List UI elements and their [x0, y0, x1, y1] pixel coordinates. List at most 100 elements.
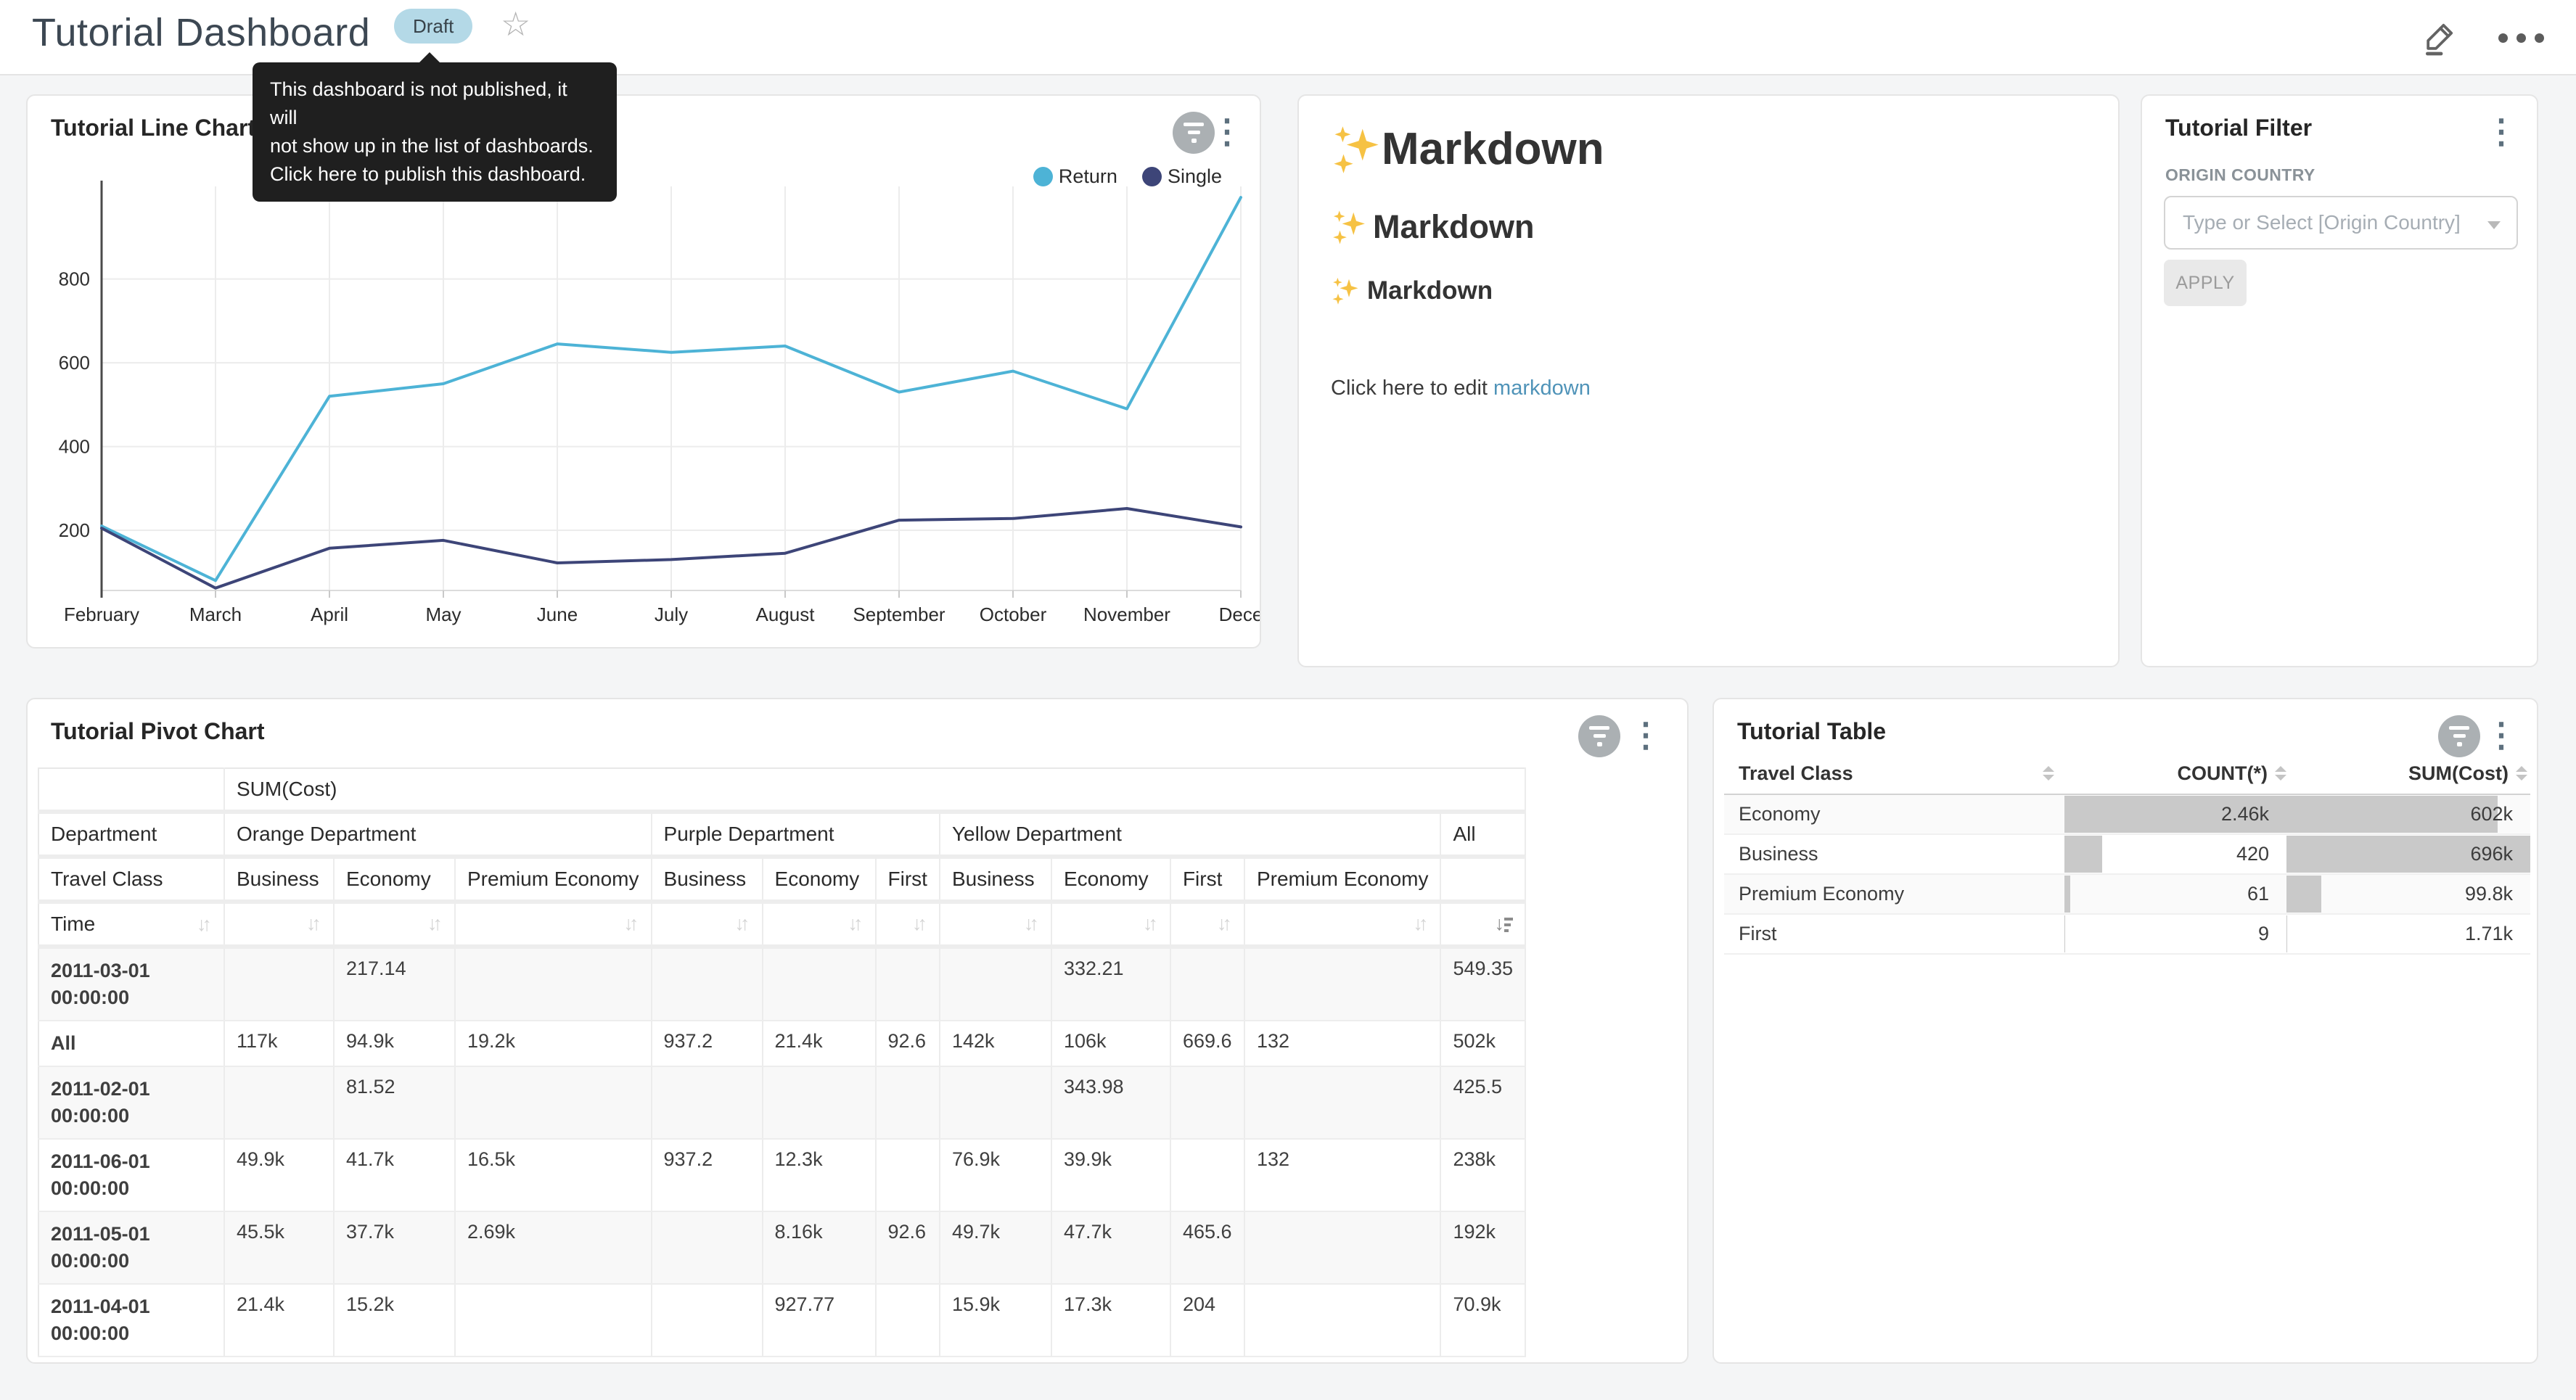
sort-icon[interactable]: ↓↑: [1143, 913, 1158, 935]
pivot-cell: 142k: [940, 1021, 1051, 1066]
sort-icon[interactable]: ↓↑: [197, 913, 212, 936]
markdown-paragraph: Click here to edit markdown: [1331, 376, 2086, 400]
cell-count: 61: [2064, 875, 2286, 913]
draft-badge[interactable]: Draft: [394, 9, 472, 44]
line-chart-plot[interactable]: 200400600800FebruaryMarchAprilMayJuneJul…: [28, 96, 1261, 648]
table-row[interactable]: Premium Economy6199.8k: [1724, 875, 2530, 915]
pivot-cell: [1244, 1284, 1441, 1356]
pivot-cell: 343.98: [1051, 1066, 1170, 1139]
svg-text:November: November: [1083, 604, 1170, 625]
pivot-cell: [1170, 1139, 1244, 1211]
svg-text:200: 200: [59, 519, 90, 541]
table-row[interactable]: Business420696k: [1724, 835, 2530, 875]
sort-icon[interactable]: ↓↑: [1217, 913, 1232, 935]
pivot-sort-cell: ↓↑: [940, 902, 1051, 947]
pivot-class-header: Economy: [763, 857, 876, 902]
sort-icon[interactable]: ↓↑: [306, 913, 321, 935]
pivot-row-label: 2011-05-0100:00:00: [38, 1211, 224, 1284]
sort-icon[interactable]: ↓↑: [1413, 913, 1428, 935]
pivot-cell: [455, 1284, 652, 1356]
pivot-cell: 76.9k: [940, 1139, 1051, 1211]
pivot-cell: [940, 1066, 1051, 1139]
data-table: Travel ClassCOUNT(*)SUM(Cost) Economy2.4…: [1724, 753, 2530, 955]
svg-text:October: October: [980, 604, 1047, 625]
svg-text:March: March: [189, 604, 242, 625]
origin-country-select[interactable]: Type or Select [Origin Country]: [2164, 196, 2518, 250]
sort-caret-icon[interactable]: [2275, 766, 2286, 781]
page-title: Tutorial Dashboard: [32, 10, 370, 55]
sort-desc-icon[interactable]: ↓: [1495, 913, 1514, 935]
pivot-cell: 81.52: [334, 1066, 455, 1139]
kebab-menu-icon[interactable]: ⋮: [2485, 115, 2518, 148]
table-row[interactable]: First91.71k: [1724, 915, 2530, 955]
pivot-chart-card: Tutorial Pivot Chart ⋮ SUM(Cost)Departme…: [26, 698, 1689, 1364]
pivot-row-label: 2011-03-0100:00:00: [38, 947, 224, 1021]
svg-text:600: 600: [59, 352, 90, 374]
sort-caret-icon[interactable]: [2043, 766, 2054, 781]
pivot-sort-cell: ↓↑: [876, 902, 940, 947]
pivot-row-label: All: [38, 1021, 224, 1066]
apply-button[interactable]: APPLY: [2164, 260, 2247, 306]
pivot-cell: [1244, 1211, 1441, 1284]
pivot-cell: [224, 1066, 334, 1139]
pivot-cell: [876, 1284, 940, 1356]
tooltip-line: Click here to publish this dashboard.: [270, 160, 599, 189]
cell-sum: 696k: [2286, 835, 2530, 873]
more-options-icon[interactable]: [2498, 33, 2544, 43]
markdown-h2: Markdown: [1331, 208, 2086, 246]
pivot-cell: 41.7k: [334, 1139, 455, 1211]
pivot-class-header: Economy: [334, 857, 455, 902]
publish-tooltip[interactable]: This dashboard is not published, it will…: [253, 62, 617, 202]
pivot-class-header: First: [1170, 857, 1244, 902]
pivot-class-header: Business: [940, 857, 1051, 902]
pivot-cell: 937.2: [652, 1021, 763, 1066]
pivot-class-header: Business: [224, 857, 334, 902]
sort-icon[interactable]: ↓↑: [427, 913, 443, 935]
column-header-count[interactable]: COUNT(*): [2064, 762, 2286, 785]
table-row[interactable]: Economy2.46k602k: [1724, 795, 2530, 835]
markdown-card[interactable]: Markdown Markdown Markdown Click here to…: [1297, 94, 2120, 667]
column-header-travel-class[interactable]: Travel Class: [1724, 762, 2064, 785]
cross-filter-icon[interactable]: [1578, 715, 1620, 757]
pivot-cell: 425.5: [1440, 1066, 1525, 1139]
sort-icon[interactable]: ↓↑: [624, 913, 639, 935]
pivot-cell: [876, 947, 940, 1021]
sort-icon[interactable]: ↓↑: [848, 913, 864, 935]
sort-icon[interactable]: ↓↑: [912, 913, 927, 935]
sort-icon[interactable]: ↓↑: [1024, 913, 1039, 935]
pivot-group-header: All: [1440, 812, 1525, 857]
svg-text:July: July: [655, 604, 688, 625]
tooltip-line: not show up in the list of dashboards.: [270, 132, 599, 160]
pivot-cell: 92.6: [876, 1021, 940, 1066]
cell-count: 2.46k: [2064, 795, 2286, 833]
cell-travel-class: Business: [1724, 835, 2064, 873]
pivot-cell: [1170, 947, 1244, 1021]
pivot-sort-cell: ↓↑: [1051, 902, 1170, 947]
favorite-star-icon[interactable]: ☆: [501, 7, 530, 41]
data-table-header: Travel ClassCOUNT(*)SUM(Cost): [1724, 753, 2530, 795]
sort-caret-icon[interactable]: [2516, 766, 2527, 781]
pivot-cell: [455, 947, 652, 1021]
svg-text:400: 400: [59, 436, 90, 458]
cell-travel-class: Economy: [1724, 795, 2064, 833]
pivot-cell: 669.6: [1170, 1021, 1244, 1066]
pivot-cell: 204: [1170, 1284, 1244, 1356]
kebab-menu-icon[interactable]: ⋮: [1629, 718, 1662, 752]
pivot-cell: 192k: [1440, 1211, 1525, 1284]
kebab-menu-icon[interactable]: ⋮: [2485, 718, 2518, 752]
select-placeholder: Type or Select [Origin Country]: [2183, 211, 2461, 234]
column-header-sum[interactable]: SUM(Cost): [2286, 762, 2530, 785]
pivot-cell: 217.14: [334, 947, 455, 1021]
pivot-sort-cell: ↓↑: [1170, 902, 1244, 947]
pivot-table: SUM(Cost)DepartmentOrange DepartmentPurp…: [38, 767, 1526, 1357]
pivot-cell: [652, 1066, 763, 1139]
cross-filter-icon[interactable]: [2438, 715, 2480, 757]
pivot-cell: [1244, 947, 1441, 1021]
markdown-edit-link[interactable]: markdown: [1493, 376, 1591, 400]
sort-icon[interactable]: ↓↑: [735, 913, 750, 935]
pivot-cell: 21.4k: [763, 1021, 876, 1066]
cell-travel-class: Premium Economy: [1724, 875, 2064, 913]
edit-pencil-icon[interactable]: [2421, 19, 2459, 57]
svg-text:June: June: [537, 604, 578, 625]
chevron-down-icon: [2487, 221, 2501, 229]
